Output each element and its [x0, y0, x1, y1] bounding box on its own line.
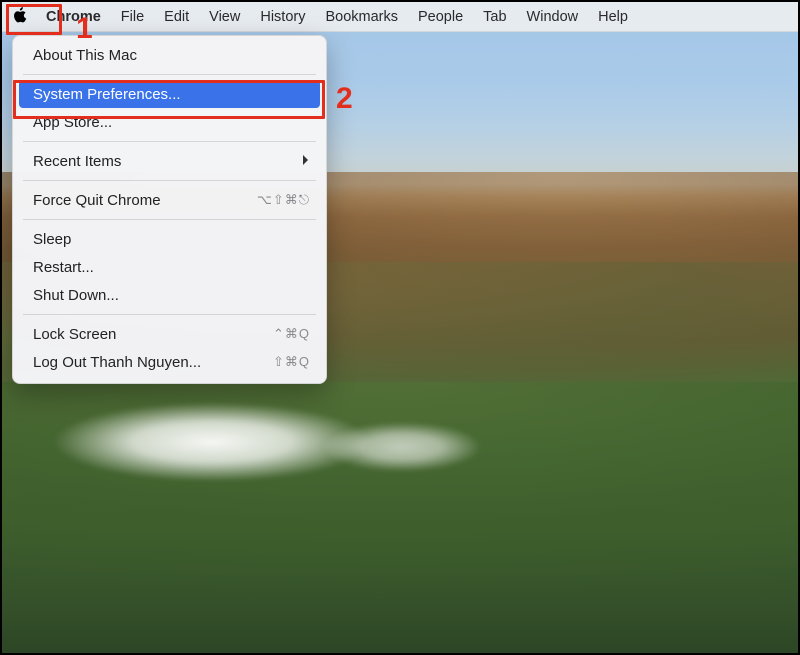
- chevron-right-icon: [302, 153, 310, 170]
- menu-separator: [23, 219, 316, 220]
- menu-tab[interactable]: Tab: [473, 2, 516, 32]
- menu-item-force-quit[interactable]: Force Quit Chrome ⌥⇧⌘⎋: [13, 186, 326, 214]
- menu-item-label: App Store...: [33, 114, 112, 131]
- menu-item-recent-items[interactable]: Recent Items: [13, 147, 326, 175]
- menu-separator: [23, 74, 316, 75]
- menu-item-lock-screen[interactable]: Lock Screen ⌃⌘Q: [13, 320, 326, 348]
- menu-separator: [23, 314, 316, 315]
- menu-people[interactable]: People: [408, 2, 473, 32]
- menu-item-label: Recent Items: [33, 153, 121, 170]
- annotation-label-2: 2: [336, 82, 353, 116]
- menu-shortcut: ⌥⇧⌘⎋: [257, 192, 310, 208]
- wallpaper-cloud: [322, 422, 482, 472]
- apple-logo-icon: [12, 6, 28, 28]
- menu-item-label: System Preferences...: [33, 86, 181, 103]
- menu-edit[interactable]: Edit: [154, 2, 199, 32]
- apple-menu-dropdown: About This Mac System Preferences... App…: [12, 35, 327, 384]
- annotation-label-1: 1: [76, 12, 93, 46]
- menu-shortcut: ⇧⌘Q: [273, 354, 310, 370]
- apple-menu-button[interactable]: [8, 5, 32, 29]
- menu-shortcut: ⌃⌘Q: [273, 326, 310, 342]
- menu-item-app-store[interactable]: App Store...: [13, 108, 326, 136]
- menu-history[interactable]: History: [250, 2, 315, 32]
- menu-bar: Chrome File Edit View History Bookmarks …: [2, 2, 798, 32]
- menu-item-system-preferences[interactable]: System Preferences...: [19, 80, 320, 108]
- menu-item-label: Restart...: [33, 259, 94, 276]
- menu-help[interactable]: Help: [588, 2, 638, 32]
- menu-window[interactable]: Window: [517, 2, 589, 32]
- menu-separator: [23, 180, 316, 181]
- menu-item-label: About This Mac: [33, 47, 137, 64]
- menu-item-label: Lock Screen: [33, 326, 116, 343]
- menu-item-label: Sleep: [33, 231, 71, 248]
- menu-bookmarks[interactable]: Bookmarks: [315, 2, 408, 32]
- menu-item-label: Log Out Thanh Nguyen...: [33, 354, 201, 371]
- menu-item-log-out[interactable]: Log Out Thanh Nguyen... ⇧⌘Q: [13, 348, 326, 376]
- menu-item-shut-down[interactable]: Shut Down...: [13, 281, 326, 309]
- menu-item-restart[interactable]: Restart...: [13, 253, 326, 281]
- menu-item-label: Shut Down...: [33, 287, 119, 304]
- menu-view[interactable]: View: [199, 2, 250, 32]
- menu-item-label: Force Quit Chrome: [33, 192, 161, 209]
- menu-separator: [23, 141, 316, 142]
- menu-item-sleep[interactable]: Sleep: [13, 225, 326, 253]
- menu-item-about-this-mac[interactable]: About This Mac: [13, 41, 326, 69]
- desktop-screen: Chrome File Edit View History Bookmarks …: [0, 0, 800, 655]
- menu-file[interactable]: File: [111, 2, 154, 32]
- menu-app-name[interactable]: Chrome: [36, 2, 111, 32]
